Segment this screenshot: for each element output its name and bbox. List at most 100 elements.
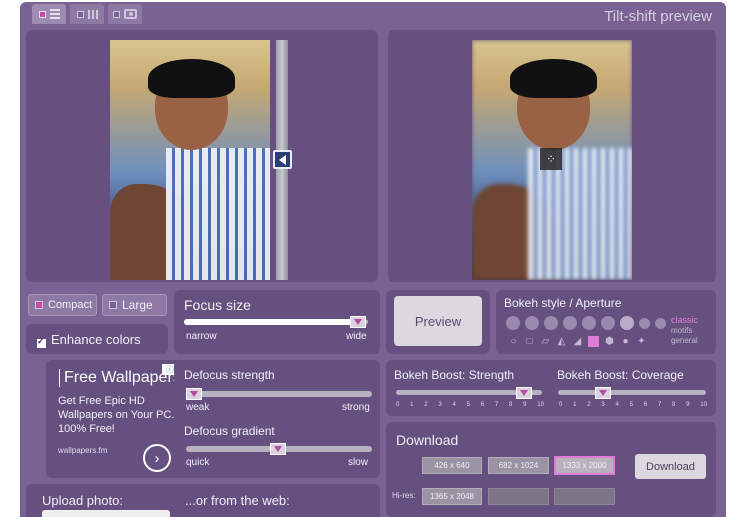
bokeh-set-classic[interactable]: classic — [671, 315, 698, 325]
download-hires-empty — [554, 488, 615, 505]
defocus-gradient-min-label: quick — [186, 457, 210, 468]
tick-label: 4 — [615, 402, 619, 408]
download-title: Download — [396, 432, 459, 448]
enhance-colors-checkbox[interactable] — [37, 335, 46, 353]
radio-indicator — [38, 10, 46, 18]
defocus-strength-thumb[interactable] — [186, 388, 202, 400]
large-label: Large — [122, 298, 153, 312]
triangle-down-icon — [190, 391, 198, 397]
preview-button[interactable]: Preview — [394, 296, 482, 346]
app-title: Tilt-shift preview — [604, 8, 712, 25]
ad-url[interactable]: wallpapers.fm — [58, 446, 107, 455]
aperture-option[interactable] — [582, 316, 596, 330]
download-size-medium[interactable]: 682 x 1024 — [488, 457, 549, 474]
download-size-large[interactable]: 1333 x 2000 — [554, 456, 615, 475]
radio-indicator — [35, 301, 43, 309]
tick-label: 9 — [523, 402, 527, 408]
upload-label: Upload photo: — [42, 493, 123, 508]
ad-body[interactable]: Get Free Epic HD Wallpapers on Your PC. … — [58, 394, 178, 436]
camera-icon — [124, 9, 137, 19]
focus-size-title: Focus size — [184, 297, 251, 313]
tick-label: 1 — [573, 402, 577, 408]
bokeh-set-motifs[interactable]: motifs — [671, 326, 692, 335]
arrow-left-icon — [279, 154, 286, 165]
drop-shape-icon[interactable]: ● — [620, 336, 631, 347]
tick-label: 2 — [587, 402, 591, 408]
bokeh-boost-coverage-thumb[interactable] — [595, 387, 611, 399]
enhance-colors-label: Enhance colors — [51, 332, 141, 347]
compact-label: Compact — [48, 299, 93, 311]
tab-camera[interactable] — [108, 4, 142, 24]
triangle-down-icon — [599, 390, 607, 396]
focus-icon: ⁘ — [545, 152, 557, 166]
bokeh-boost-strength-ticks: 0 1 2 3 4 5 6 7 8 9 10 — [396, 402, 544, 408]
defocus-gradient-thumb[interactable] — [270, 443, 286, 455]
triangle-shape-icon[interactable]: ◭ — [556, 336, 567, 347]
tick-label: 4 — [452, 402, 456, 408]
bokeh-boost-coverage-ticks: 0 1 2 3 4 5 6 7 8 9 10 — [559, 402, 707, 408]
star-shape-icon[interactable]: ✦ — [636, 336, 647, 347]
bokeh-boost-strength-thumb[interactable] — [516, 387, 532, 399]
tick-label: 9 — [686, 402, 690, 408]
aperture-option[interactable] — [563, 316, 577, 330]
tab-list-view[interactable] — [32, 4, 66, 24]
aperture-option[interactable] — [506, 316, 520, 330]
triangle-down-icon — [520, 390, 528, 396]
tick-label: 1 — [410, 402, 414, 408]
view-tabs — [32, 4, 142, 24]
tick-label: 10 — [537, 402, 544, 408]
download-size-small[interactable]: 426 x 640 — [422, 457, 482, 474]
tick-label: 3 — [601, 402, 605, 408]
focus-size-fill — [184, 319, 360, 325]
tick-label: 7 — [494, 402, 499, 408]
large-button[interactable]: Large — [102, 294, 167, 316]
circle-shape-icon[interactable]: ○ — [508, 336, 519, 347]
list-icon — [49, 9, 60, 19]
download-hires-size[interactable]: 1365 x 2048 — [422, 488, 482, 505]
square-shape-icon[interactable]: □ — [524, 336, 535, 347]
radio-indicator — [109, 301, 117, 309]
focus-position-handle[interactable] — [273, 150, 292, 169]
bokeh-boost-coverage-track[interactable] — [558, 390, 706, 395]
ad-panel[interactable]: Free Wallpapers Get Free Epic HD Wallpap… — [46, 360, 188, 478]
tick-label: 7 — [657, 402, 662, 408]
aperture-option[interactable] — [639, 317, 650, 329]
focus-size-thumb[interactable] — [350, 316, 366, 328]
tick-label: 10 — [700, 402, 707, 408]
chevron-right-icon[interactable]: › — [143, 444, 171, 472]
columns-icon — [87, 9, 98, 19]
aperture-option[interactable] — [525, 316, 539, 330]
aperture-option[interactable] — [544, 316, 558, 330]
radio-indicator — [76, 10, 84, 18]
tab-columns-view[interactable] — [70, 4, 104, 24]
download-button[interactable]: Download — [635, 454, 706, 479]
defocus-gradient-max-label: slow — [348, 457, 369, 468]
focus-size-min-label: narrow — [186, 331, 217, 342]
selected-shape-icon[interactable] — [588, 336, 599, 347]
bokeh-style-title: Bokeh style / Aperture — [504, 296, 622, 310]
triangle-left-shape-icon[interactable]: ◢ — [572, 336, 583, 347]
aperture-option[interactable] — [601, 316, 615, 330]
tick-label: 2 — [424, 402, 428, 408]
original-photo — [110, 40, 270, 280]
bokeh-boost-coverage-title: Bokeh Boost: Coverage — [557, 368, 684, 382]
bokeh-shape-row: ○ □ ▱ ◭ ◢ ⬢ ● ✦ — [508, 336, 647, 347]
focus-point-marker[interactable]: ⁘ — [540, 148, 562, 170]
aperture-option[interactable] — [655, 317, 666, 329]
tick-label: 0 — [396, 402, 400, 408]
upload-file-input[interactable] — [42, 510, 170, 517]
focus-size-max-label: wide — [346, 331, 367, 342]
hexagon-shape-icon[interactable]: ⬢ — [604, 336, 615, 347]
bokeh-boost-strength-title: Bokeh Boost: Strength — [394, 368, 515, 382]
triangle-down-icon — [274, 446, 282, 452]
aperture-option[interactable] — [620, 316, 634, 330]
web-upload-label: ...or from the web: — [185, 493, 290, 508]
parallelogram-shape-icon[interactable]: ▱ — [540, 336, 551, 347]
defocus-strength-max-label: strong — [342, 402, 370, 413]
compact-button[interactable]: Compact — [28, 294, 97, 316]
download-hires-empty — [488, 488, 549, 505]
bokeh-set-general[interactable]: general — [671, 336, 698, 345]
defocus-gradient-title: Defocus gradient — [184, 424, 275, 438]
tick-label: 6 — [643, 402, 648, 408]
defocus-strength-track[interactable] — [186, 391, 372, 397]
